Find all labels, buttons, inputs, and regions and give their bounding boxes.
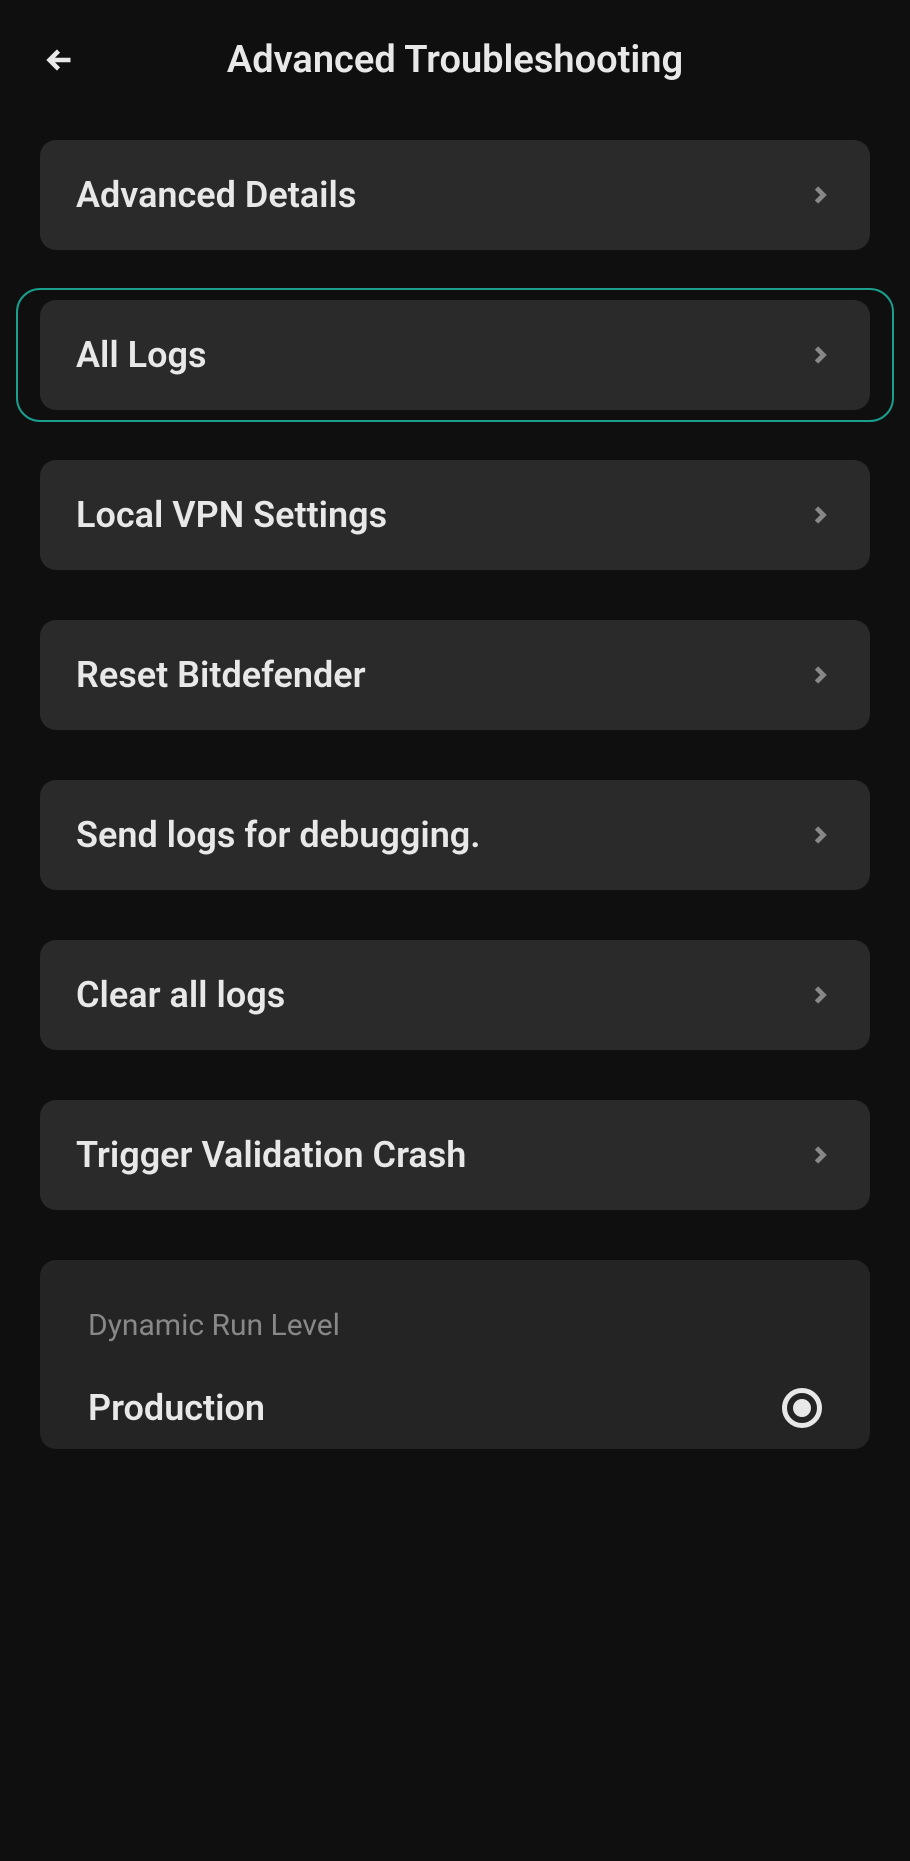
list-item-label: Local VPN Settings [76,494,387,536]
item-advanced-details[interactable]: Advanced Details [40,140,870,250]
list-item-label: All Logs [76,334,207,376]
chevron-right-icon [806,501,834,529]
header: Advanced Troubleshooting [0,0,910,120]
section-label: Dynamic Run Level [88,1308,822,1343]
chevron-right-icon [806,821,834,849]
item-reset-bitdefender[interactable]: Reset Bitdefender [40,620,870,730]
radio-label: Production [88,1387,265,1429]
list-item-label: Advanced Details [76,174,356,216]
content: Advanced Details All Logs Local VPN Sett… [0,120,910,1449]
list-item-label: Clear all logs [76,974,285,1016]
chevron-right-icon [806,981,834,1009]
item-send-logs-debugging[interactable]: Send logs for debugging. [40,780,870,890]
chevron-right-icon [806,661,834,689]
list-item-label: Send logs for debugging. [76,814,481,856]
chevron-right-icon [806,341,834,369]
item-trigger-validation-crash[interactable]: Trigger Validation Crash [40,1100,870,1210]
radio-selected-icon [782,1388,822,1428]
dynamic-run-level-card: Dynamic Run Level Production [40,1260,870,1449]
item-local-vpn-settings[interactable]: Local VPN Settings [40,460,870,570]
page-title: Advanced Troubleshooting [40,38,870,82]
chevron-right-icon [806,1141,834,1169]
chevron-right-icon [806,181,834,209]
item-clear-all-logs[interactable]: Clear all logs [40,940,870,1050]
item-all-logs[interactable]: All Logs [40,300,870,410]
list-item-label: Reset Bitdefender [76,654,366,696]
radio-option-production[interactable]: Production [88,1387,822,1449]
list-item-label: Trigger Validation Crash [76,1134,466,1176]
